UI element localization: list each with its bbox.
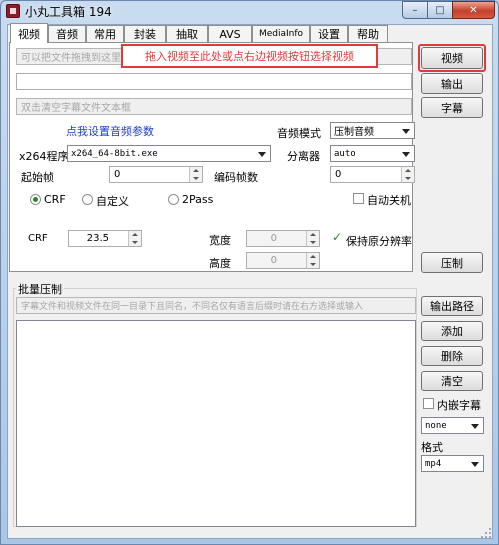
tab-common[interactable]: 常用 (86, 25, 124, 42)
tab-help[interactable]: 帮助 (348, 25, 388, 42)
tab-video[interactable]: 视频 (10, 23, 48, 43)
spinner-arrows-icon[interactable] (189, 167, 202, 182)
video-button-highlight (418, 44, 486, 72)
embed-subtitle-checkbox[interactable] (423, 398, 434, 409)
crf-mode-label: CRF (44, 193, 66, 206)
width-value: 0 (270, 233, 277, 244)
start-frame-value: 0 (114, 169, 121, 180)
height-label: 高度 (209, 257, 231, 270)
encode-frames-spinner[interactable]: 0 (330, 166, 415, 183)
auto-shutdown-label: 自动关机 (367, 194, 411, 207)
auto-shutdown-checkbox[interactable] (353, 193, 364, 204)
audio-mode-select[interactable]: 压制音频 (330, 122, 415, 139)
x264-label: x264程序 (19, 150, 69, 163)
add-button[interactable]: 添加 (421, 321, 483, 341)
keep-resolution-label: 保持原分辨率 (346, 235, 412, 248)
2pass-mode-label: 2Pass (182, 193, 214, 206)
resize-grip-icon[interactable] (480, 527, 492, 539)
splitter-select[interactable]: auto (330, 145, 415, 162)
spinner-arrows-icon[interactable] (128, 231, 141, 246)
height-value: 0 (270, 255, 277, 266)
chevron-down-icon (258, 151, 266, 157)
output-path-button[interactable]: 输出路径 (421, 296, 483, 316)
start-frame-label: 起始帧 (21, 171, 54, 184)
chevron-down-icon (402, 151, 410, 157)
custom-mode-label: 自定义 (96, 195, 129, 208)
title-bar[interactable]: 小丸工具箱 194 – □ ✕ (0, 0, 499, 22)
splitter-label: 分离器 (287, 150, 320, 163)
start-frame-spinner[interactable]: 0 (109, 166, 203, 183)
spinner-arrows-icon[interactable] (401, 167, 414, 182)
splitter-value: auto (334, 148, 356, 159)
subtitle-lang-value: none (425, 420, 447, 431)
x264-value: x264_64-8bit.exe (71, 148, 158, 159)
tab-extract[interactable]: 抽取 (166, 25, 208, 42)
subtitle-lang-select[interactable]: none (421, 417, 484, 434)
tab-settings[interactable]: 设置 (310, 25, 348, 42)
crf-label: CRF (28, 233, 48, 244)
audio-mode-value: 压制音频 (334, 127, 374, 138)
close-button[interactable]: ✕ (452, 1, 495, 19)
minimize-button[interactable]: – (402, 1, 428, 19)
drag-hint-overlay: 拖入视频至此处或点右边视频按钮选择视频 (121, 44, 378, 68)
batch-hint-input[interactable]: 字幕文件和视频文件在同一目录下且同名，不同名仅有语言后缀时请在右方选择或输入 (16, 297, 416, 314)
crf-mode-radio[interactable] (30, 194, 41, 205)
width-spinner[interactable]: 0 (246, 230, 320, 247)
chevron-down-icon (471, 423, 479, 429)
tab-avs[interactable]: AVS (208, 25, 252, 42)
batch-title: 批量压制 (16, 281, 64, 297)
subtitle-button[interactable]: 字幕 (421, 97, 483, 118)
clear-button[interactable]: 清空 (421, 371, 483, 391)
spinner-arrows-icon[interactable] (306, 231, 319, 246)
custom-mode-radio[interactable] (82, 194, 93, 205)
crf-spinner[interactable]: 23.5 (68, 230, 142, 247)
2pass-mode-radio[interactable] (168, 194, 179, 205)
x264-select[interactable]: x264_64-8bit.exe (67, 145, 271, 162)
tab-audio[interactable]: 音频 (48, 25, 86, 42)
crf-value: 23.5 (86, 233, 109, 244)
encode-frames-label: 编码帧数 (214, 171, 258, 184)
maximize-button[interactable]: □ (427, 1, 453, 19)
keep-resolution-checkbox[interactable] (332, 230, 343, 244)
delete-button[interactable]: 删除 (421, 346, 483, 366)
subtitle-file-input[interactable]: 双击清空字幕文件文本框 (16, 98, 412, 115)
encode-frames-value: 0 (335, 169, 342, 180)
width-label: 宽度 (209, 234, 231, 247)
embed-subtitle-label: 内嵌字幕 (437, 399, 481, 412)
app-icon (6, 4, 20, 18)
spinner-arrows-icon[interactable] (306, 253, 319, 268)
output-button[interactable]: 输出 (421, 73, 483, 94)
audio-mode-label: 音频模式 (277, 127, 321, 140)
output-file-input[interactable] (16, 73, 412, 90)
format-select[interactable]: mp4 (421, 455, 484, 472)
height-spinner[interactable]: 0 (246, 252, 320, 269)
chevron-down-icon (471, 461, 479, 467)
window-title: 小丸工具箱 194 (25, 5, 112, 19)
audio-settings-link[interactable]: 点我设置音频参数 (66, 123, 154, 139)
chevron-down-icon (402, 128, 410, 134)
tab-mediainfo[interactable]: MediaInfo (252, 25, 310, 42)
batch-file-list[interactable] (16, 320, 416, 527)
format-value: mp4 (425, 458, 442, 469)
tab-mux[interactable]: 封装 (124, 25, 166, 42)
format-label: 格式 (421, 441, 443, 454)
encode-button[interactable]: 压制 (421, 252, 483, 273)
